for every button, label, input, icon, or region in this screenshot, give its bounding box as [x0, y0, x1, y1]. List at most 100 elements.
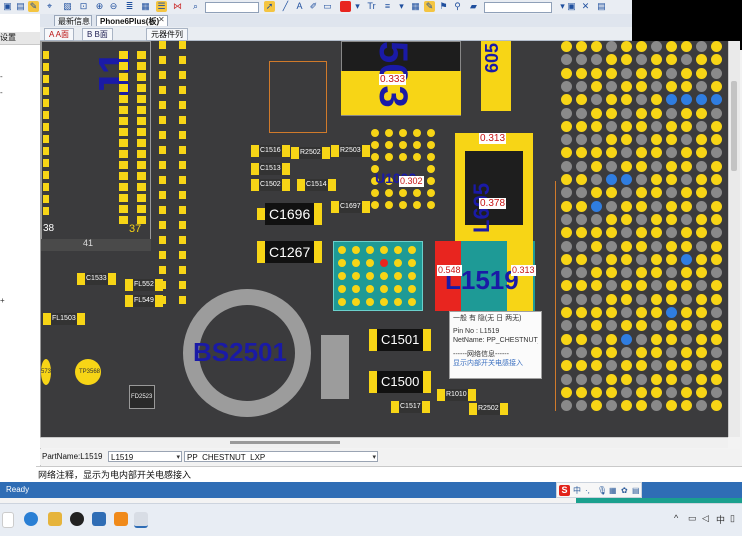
- bga-ball[interactable]: [561, 94, 572, 106]
- fl-pad[interactable]: [159, 146, 166, 154]
- bga-ball[interactable]: [711, 94, 722, 106]
- bga-ball[interactable]: [561, 280, 572, 292]
- fl-pad[interactable]: [159, 176, 166, 184]
- bga-ball[interactable]: [606, 307, 617, 318]
- bga-ball[interactable]: [666, 54, 677, 66]
- j1-pin-pad[interactable]: [119, 150, 128, 158]
- bga-ball[interactable]: [591, 386, 602, 398]
- bga-ball[interactable]: [681, 280, 692, 292]
- ic-ball[interactable]: [338, 246, 346, 254]
- fl-pad[interactable]: [159, 236, 166, 244]
- fl-pad[interactable]: [179, 86, 186, 94]
- bga-ball[interactable]: [561, 213, 572, 225]
- ic-ball[interactable]: [385, 189, 393, 197]
- bga-ball[interactable]: [636, 187, 647, 199]
- ic-ball[interactable]: [338, 285, 346, 293]
- bga-ball[interactable]: [636, 147, 647, 159]
- bga-ball[interactable]: [561, 174, 572, 185]
- pin-icon[interactable]: ⚲: [452, 1, 463, 12]
- fl-pad[interactable]: [159, 206, 166, 214]
- net-select[interactable]: PP_CHESTNUT_LXP ▾: [184, 451, 378, 462]
- ic-ball[interactable]: [413, 201, 421, 209]
- cap-c1696[interactable]: C1696: [257, 203, 323, 225]
- bga-ball[interactable]: [621, 373, 632, 385]
- bga-ball[interactable]: [681, 134, 692, 146]
- bga-ball[interactable]: [636, 267, 647, 279]
- bga-grid[interactable]: [561, 41, 729, 413]
- bga-ball[interactable]: [576, 307, 587, 318]
- part-select[interactable]: L1519 ▾: [108, 451, 182, 462]
- search-field[interactable]: [484, 2, 552, 13]
- bga-ball[interactable]: [591, 267, 602, 279]
- bga-ball[interactable]: [696, 227, 707, 239]
- fl-pad[interactable]: [179, 236, 186, 244]
- bga-ball[interactable]: [681, 267, 692, 279]
- bga-ball[interactable]: [651, 307, 662, 318]
- ic-ball[interactable]: [352, 246, 360, 254]
- bga-ball[interactable]: [561, 227, 572, 239]
- bga-ball[interactable]: [621, 400, 632, 412]
- bga-ball[interactable]: [636, 54, 647, 66]
- bga-ball[interactable]: [636, 160, 647, 172]
- bga-ball[interactable]: [636, 320, 647, 332]
- j1-pin-pad[interactable]: [119, 95, 128, 103]
- bga-ball[interactable]: [561, 386, 572, 398]
- ic-ball[interactable]: [380, 285, 388, 293]
- bga-ball[interactable]: [636, 213, 647, 225]
- list-icon[interactable]: ☰: [156, 1, 167, 12]
- fl-pad[interactable]: [159, 71, 166, 79]
- j1-pin-pad[interactable]: [43, 63, 49, 71]
- bga-ball[interactable]: [591, 320, 602, 332]
- bga-ball[interactable]: [621, 160, 632, 172]
- bga-ball[interactable]: [651, 134, 662, 146]
- bga-ball[interactable]: [651, 320, 662, 332]
- bga-ball[interactable]: [711, 147, 722, 159]
- ic-ball[interactable]: [394, 298, 402, 306]
- fl-pad[interactable]: [159, 116, 166, 124]
- bga-ball[interactable]: [591, 147, 602, 159]
- bga-ball[interactable]: [606, 253, 617, 265]
- search-box[interactable]: [2, 512, 14, 528]
- bga-ball[interactable]: [576, 293, 587, 305]
- fl-pad[interactable]: [179, 101, 186, 109]
- bga-ball[interactable]: [561, 400, 572, 412]
- bga-ball[interactable]: [621, 280, 632, 292]
- bga-ball[interactable]: [591, 280, 602, 292]
- j1-pin-pad[interactable]: [43, 207, 49, 215]
- bga-ball[interactable]: [666, 80, 677, 92]
- split-icon[interactable]: ⋈: [172, 1, 183, 12]
- bga-ball[interactable]: [636, 400, 647, 412]
- bga-ball[interactable]: [666, 213, 677, 225]
- scroll-thumb[interactable]: [230, 441, 340, 444]
- edge-icon[interactable]: [24, 512, 38, 526]
- bga-ball[interactable]: [591, 293, 602, 305]
- bga-ball[interactable]: [606, 227, 617, 239]
- bga-ball[interactable]: [711, 120, 722, 132]
- fl-pad[interactable]: [179, 206, 186, 214]
- j1-pin-pad[interactable]: [137, 139, 146, 147]
- bga-ball[interactable]: [576, 107, 587, 119]
- ic-ball[interactable]: [385, 153, 393, 161]
- bga-ball[interactable]: [591, 41, 602, 52]
- bga-ball[interactable]: [711, 174, 722, 185]
- ic-ball[interactable]: [338, 298, 346, 306]
- bga-ball[interactable]: [576, 120, 587, 132]
- bga-ball[interactable]: [651, 373, 662, 385]
- bga-ball[interactable]: [606, 213, 617, 225]
- bga-ball[interactable]: [651, 120, 662, 132]
- bga-ball[interactable]: [696, 41, 707, 52]
- bga-ball[interactable]: [576, 174, 587, 185]
- bga-ball[interactable]: [591, 160, 602, 172]
- bga-ball[interactable]: [651, 107, 662, 119]
- bga-ball[interactable]: [666, 360, 677, 372]
- bga-ball[interactable]: [681, 213, 692, 225]
- bga-ball[interactable]: [621, 107, 632, 119]
- bga-ball[interactable]: [711, 41, 722, 52]
- bga-ball[interactable]: [636, 94, 647, 106]
- bga-ball[interactable]: [621, 307, 632, 318]
- bga-ball[interactable]: [576, 346, 587, 358]
- zoom-fit-icon[interactable]: ⊡: [78, 1, 89, 12]
- bga-ball[interactable]: [711, 293, 722, 305]
- bga-ball[interactable]: [576, 147, 587, 159]
- bga-ball[interactable]: [711, 307, 722, 318]
